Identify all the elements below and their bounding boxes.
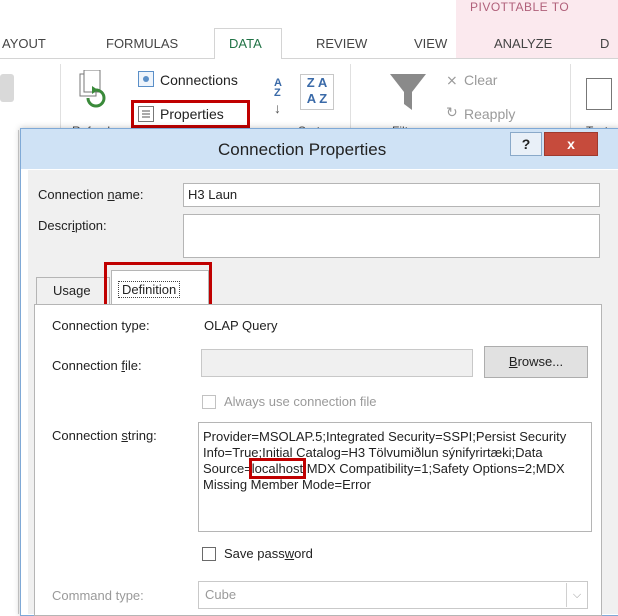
- command-type-select[interactable]: Cube: [198, 581, 588, 609]
- connections-button[interactable]: Connections: [160, 72, 238, 88]
- description-label: Description:: [38, 218, 107, 233]
- command-type-value: Cube: [205, 587, 237, 602]
- clear-button[interactable]: Clear: [464, 72, 497, 88]
- tab-data[interactable]: DATA: [214, 28, 282, 61]
- tab-page-layout[interactable]: AYOUT: [2, 36, 46, 51]
- properties-highlight: [131, 100, 250, 128]
- connection-type-value: OLAP Query: [204, 318, 278, 333]
- text-to-columns-icon[interactable]: [586, 78, 612, 110]
- connection-string-label: Connection string:: [52, 428, 157, 443]
- connection-file-input[interactable]: [201, 349, 473, 377]
- tab-review[interactable]: REVIEW: [316, 36, 367, 51]
- close-button[interactable]: x: [544, 132, 598, 156]
- sort-dialog-icon[interactable]: Z AA Z: [300, 74, 334, 110]
- refresh-all-icon[interactable]: [78, 69, 108, 112]
- command-type-label: Command type:: [52, 588, 144, 603]
- ribbon-separator: [570, 64, 571, 134]
- tab-data-label: DATA: [229, 36, 262, 51]
- reapply-icon: ↻: [446, 104, 458, 120]
- database-icon: [0, 74, 14, 102]
- connection-name-label: Connection name:: [38, 187, 144, 202]
- reapply-button[interactable]: Reapply: [464, 106, 515, 122]
- sort-az-icon[interactable]: AZ: [274, 78, 290, 100]
- tab-design[interactable]: D: [600, 36, 609, 51]
- description-input[interactable]: [183, 214, 600, 258]
- tab-view[interactable]: VIEW: [414, 36, 447, 51]
- ribbon-separator: [60, 64, 61, 134]
- contextual-title: PIVOTTABLE TO: [470, 0, 570, 14]
- connections-icon: [138, 71, 154, 87]
- connection-file-label: Connection file:: [52, 358, 142, 373]
- definition-tab-highlight: [104, 262, 212, 310]
- filter-icon[interactable]: [386, 70, 430, 114]
- browse-button[interactable]: Browse...: [484, 346, 588, 378]
- always-use-checkbox[interactable]: [202, 395, 216, 409]
- chevron-down-icon[interactable]: ⌵: [566, 583, 587, 607]
- sort-arrow-icon: ↓: [274, 100, 281, 116]
- tab-usage[interactable]: Usage: [36, 277, 110, 304]
- always-use-label: Always use connection file: [224, 394, 377, 409]
- save-password-label: Save password: [224, 546, 313, 561]
- dialog-title: Connection Properties: [218, 140, 387, 159]
- connection-type-label: Connection type:: [52, 318, 150, 333]
- tab-formulas[interactable]: FORMULAS: [106, 36, 178, 51]
- save-password-checkbox[interactable]: [202, 547, 216, 561]
- worksheet-edge: [0, 130, 19, 614]
- tab-analyze[interactable]: ANALYZE: [494, 36, 552, 51]
- ribbon-separator: [350, 64, 351, 134]
- connection-string-textarea[interactable]: Provider=MSOLAP.5;Integrated Security=SS…: [198, 422, 592, 532]
- help-button[interactable]: ?: [510, 132, 542, 156]
- tab-usage-label: Usage: [53, 283, 91, 298]
- data-source-highlight: localhost: [248, 458, 307, 479]
- clear-icon: ⨯: [446, 72, 458, 88]
- connection-name-input[interactable]: H3 Laun: [183, 183, 600, 207]
